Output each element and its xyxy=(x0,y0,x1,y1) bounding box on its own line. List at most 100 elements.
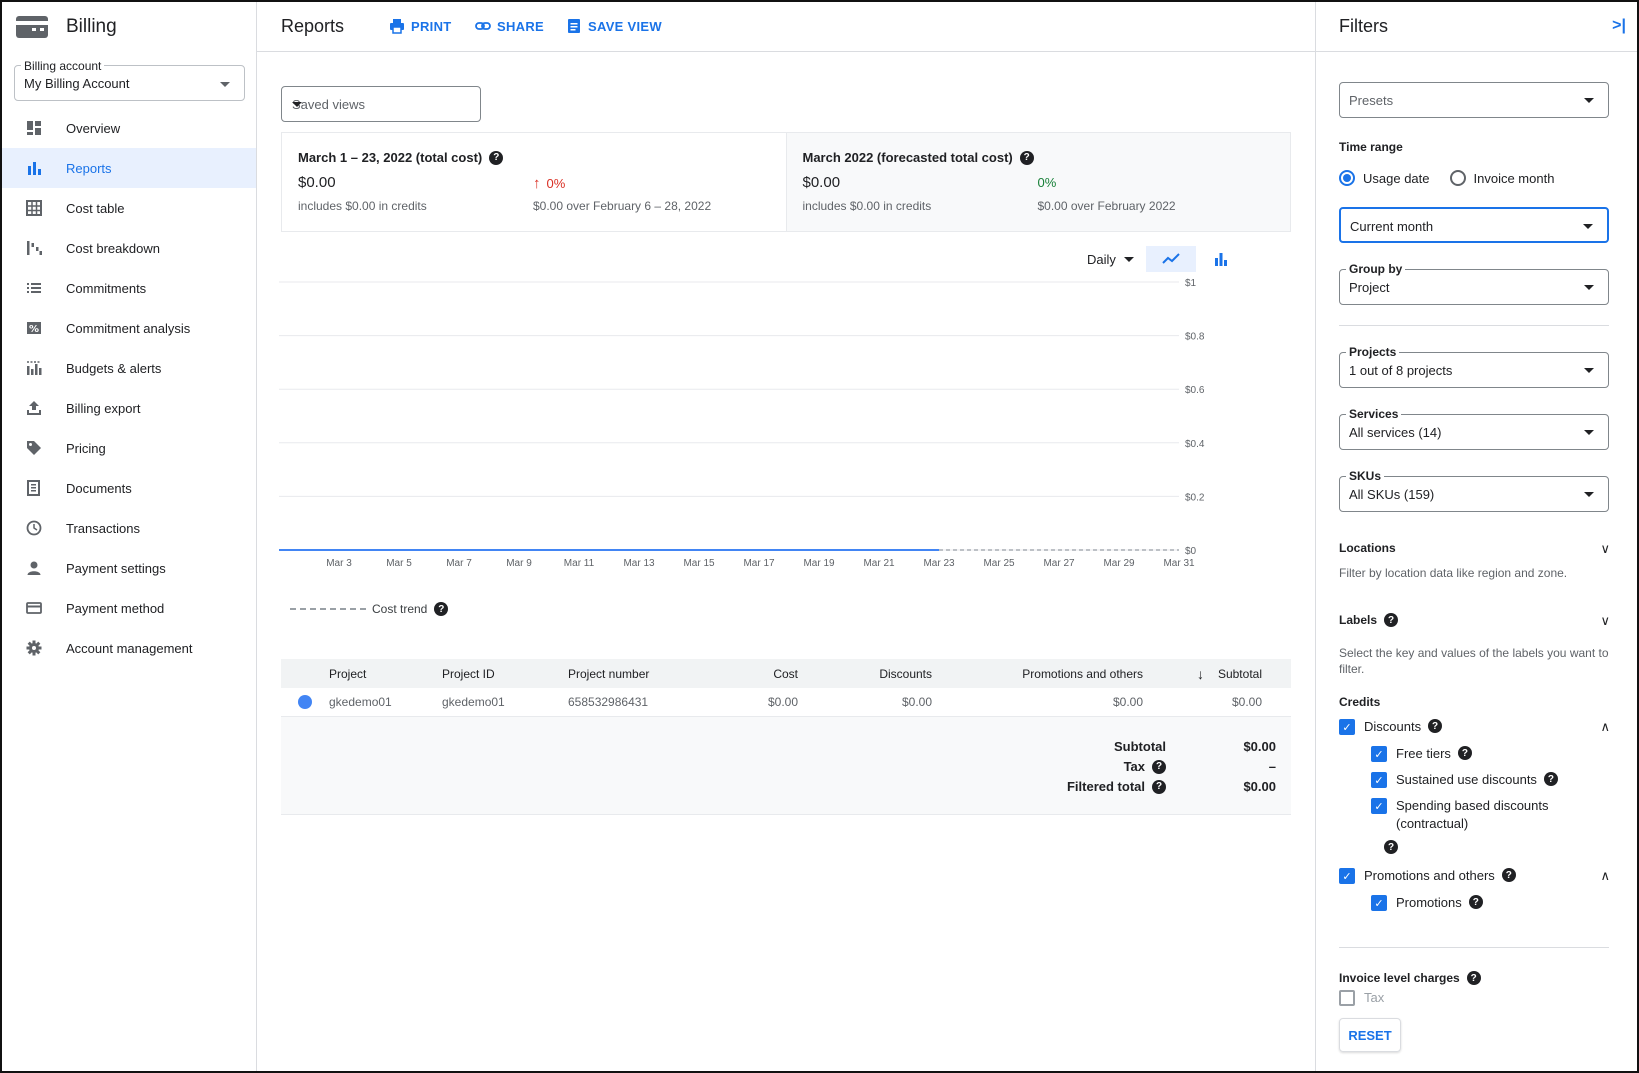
sidebar-item-cost-table[interactable]: Cost table xyxy=(2,188,256,228)
reset-button[interactable]: RESET xyxy=(1339,1018,1401,1052)
forecast-cost-title: March 2022 (forecasted total cost) ? xyxy=(803,150,1034,165)
x-tick-label: Mar 11 xyxy=(564,558,595,569)
sidebar-item-overview[interactable]: Overview xyxy=(2,108,256,148)
sidebar-item-budgets-alerts[interactable]: Budgets & alerts xyxy=(2,348,256,388)
tax-checkbox[interactable] xyxy=(1339,990,1355,1006)
line-chart-toggle[interactable] xyxy=(1145,246,1196,272)
free-tiers-label: Free tiers xyxy=(1396,746,1451,761)
promotions-others-checkbox[interactable]: ✓ xyxy=(1339,868,1355,884)
usage-date-radio[interactable] xyxy=(1339,170,1355,186)
col-header-project-number[interactable]: Project number xyxy=(568,667,718,681)
col-header-promotions[interactable]: Promotions and others xyxy=(932,667,1143,681)
cell-subtotal: $0.00 xyxy=(1231,695,1262,709)
promotions-checkbox[interactable]: ✓ xyxy=(1371,895,1387,911)
discounts-checkbox[interactable]: ✓ xyxy=(1339,719,1355,735)
help-icon[interactable]: ? xyxy=(1019,150,1034,165)
skus-value: All SKUs (159) xyxy=(1349,487,1435,502)
help-icon[interactable]: ? xyxy=(1152,779,1166,794)
skus-select[interactable]: SKUs All SKUs (159) xyxy=(1339,469,1609,512)
dashed-line-swatch xyxy=(290,608,366,610)
credits-label: Credits xyxy=(1339,695,1381,709)
forecast-cost-card: March 2022 (forecasted total cost) ? $0.… xyxy=(785,133,1290,231)
projects-value: 1 out of 8 projects xyxy=(1349,363,1453,378)
total-cost-title-text: March 1 – 23, 2022 (total cost) xyxy=(298,150,483,165)
services-select[interactable]: Services All services (14) xyxy=(1339,407,1609,450)
caret-down-icon xyxy=(292,102,302,107)
help-icon[interactable]: ? xyxy=(1384,840,1398,854)
locations-label[interactable]: Locations xyxy=(1339,541,1396,555)
total-change: ↑ 0% xyxy=(533,175,565,192)
discounts-checkbox-row[interactable]: ✓ Discounts ? xyxy=(1339,719,1443,736)
total-credits-text: includes $0.00 in credits xyxy=(298,199,427,213)
free-tiers-checkbox[interactable]: ✓ xyxy=(1371,746,1387,762)
chevron-down-icon[interactable]: ∨ xyxy=(1600,541,1610,557)
presets-select[interactable]: Presets xyxy=(1339,82,1609,118)
invoice-month-radio[interactable] xyxy=(1449,170,1466,186)
spending-based-checkbox-row[interactable]: ✓ Spending based discounts (contractual) xyxy=(1371,798,1571,833)
help-icon[interactable]: ? xyxy=(1501,868,1516,882)
invoice-charges-label: Invoice level charges ? xyxy=(1339,971,1481,985)
sidebar-item-payment-method[interactable]: Payment method xyxy=(2,588,256,628)
help-icon[interactable]: ? xyxy=(1457,746,1472,760)
help-icon[interactable]: ? xyxy=(1152,759,1166,774)
col-header-cost[interactable]: Cost xyxy=(718,667,798,681)
chevron-down-icon[interactable]: ∨ xyxy=(1600,613,1610,629)
help-icon[interactable]: ? xyxy=(489,150,504,165)
table-row[interactable]: gkedemo01 gkedemo01 658532986431 $0.00 $… xyxy=(281,688,1291,717)
promotions-label: Promotions xyxy=(1396,895,1462,910)
cost-trend-legend: Cost trend ? xyxy=(290,602,449,616)
sidebar-item-account-management[interactable]: Account management xyxy=(2,628,256,668)
sidebar-item-reports[interactable]: Reports xyxy=(2,148,256,188)
spending-based-checkbox[interactable]: ✓ xyxy=(1371,798,1387,814)
projects-select[interactable]: Projects 1 out of 8 projects xyxy=(1339,345,1609,388)
col-header-subtotal[interactable]: ↓ Subtotal xyxy=(1143,666,1277,682)
chevron-up-icon[interactable]: ∧ xyxy=(1600,868,1610,884)
sidebar-item-transactions[interactable]: Transactions xyxy=(2,508,256,548)
save-view-button[interactable]: SAVE VIEW xyxy=(566,18,662,34)
sustained-use-checkbox[interactable]: ✓ xyxy=(1371,772,1387,788)
help-icon[interactable]: ? xyxy=(1428,719,1443,733)
help-icon[interactable]: ? xyxy=(1466,971,1481,985)
col-header-project[interactable]: Project xyxy=(329,667,442,681)
budget-icon xyxy=(26,360,42,376)
group-by-select[interactable]: Group by Project xyxy=(1339,262,1609,305)
col-header-discounts[interactable]: Discounts xyxy=(798,667,932,681)
sidebar-item-payment-settings[interactable]: Payment settings xyxy=(2,548,256,588)
help-icon[interactable]: ? xyxy=(1543,772,1558,786)
chevron-up-icon[interactable]: ∧ xyxy=(1600,719,1610,735)
filtered-total-value: $0.00 xyxy=(1243,779,1276,794)
granularity-select[interactable]: Daily xyxy=(1087,252,1134,267)
sidebar-item-documents[interactable]: Documents xyxy=(2,468,256,508)
billing-account-label: Billing account xyxy=(21,59,105,73)
help-icon[interactable]: ? xyxy=(434,602,449,616)
print-button[interactable]: PRINT xyxy=(389,18,452,34)
sustained-use-checkbox-row[interactable]: ✓ Sustained use discounts ? xyxy=(1371,772,1558,789)
tax-value: – xyxy=(1268,759,1276,774)
group-by-label: Group by xyxy=(1346,262,1406,276)
bar-chart-toggle[interactable] xyxy=(1196,246,1246,272)
sidebar-item-commitment-analysis[interactable]: % Commitment analysis xyxy=(2,308,256,348)
promotions-checkbox-row[interactable]: ✓ Promotions ? xyxy=(1371,895,1483,912)
share-button[interactable]: SHARE xyxy=(475,18,544,34)
promotions-others-checkbox-row[interactable]: ✓ Promotions and others ? xyxy=(1339,868,1516,885)
billing-account-select[interactable]: Billing account My Billing Account xyxy=(14,59,245,101)
tax-checkbox-row[interactable]: Tax xyxy=(1339,990,1384,1007)
sidebar-item-pricing[interactable]: Pricing xyxy=(2,428,256,468)
sidebar-item-commitments[interactable]: Commitments xyxy=(2,268,256,308)
help-icon[interactable]: ? xyxy=(1384,613,1399,627)
sidebar-item-cost-breakdown[interactable]: Cost breakdown xyxy=(2,228,256,268)
sidebar-item-billing-export[interactable]: Billing export xyxy=(2,388,256,428)
collapse-panel-icon[interactable]: >| xyxy=(1612,17,1626,35)
forecast-change-value: 0% xyxy=(1037,175,1057,190)
help-icon[interactable]: ? xyxy=(1468,895,1483,909)
free-tiers-checkbox-row[interactable]: ✓ Free tiers ? xyxy=(1371,746,1472,763)
x-tick-label: Mar 21 xyxy=(863,558,895,569)
y-tick-label: $0.8 xyxy=(1185,332,1205,343)
labels-label[interactable]: Labels ? xyxy=(1339,613,1399,627)
sidebar-item-label: Overview xyxy=(66,120,121,136)
filtered-total-label-text: Filtered total xyxy=(1066,779,1145,794)
col-header-project-id[interactable]: Project ID xyxy=(442,667,568,681)
time-range-select[interactable]: Current month xyxy=(1339,207,1609,243)
upload-icon xyxy=(26,400,42,416)
saved-views-select[interactable]: Saved views xyxy=(281,86,481,122)
